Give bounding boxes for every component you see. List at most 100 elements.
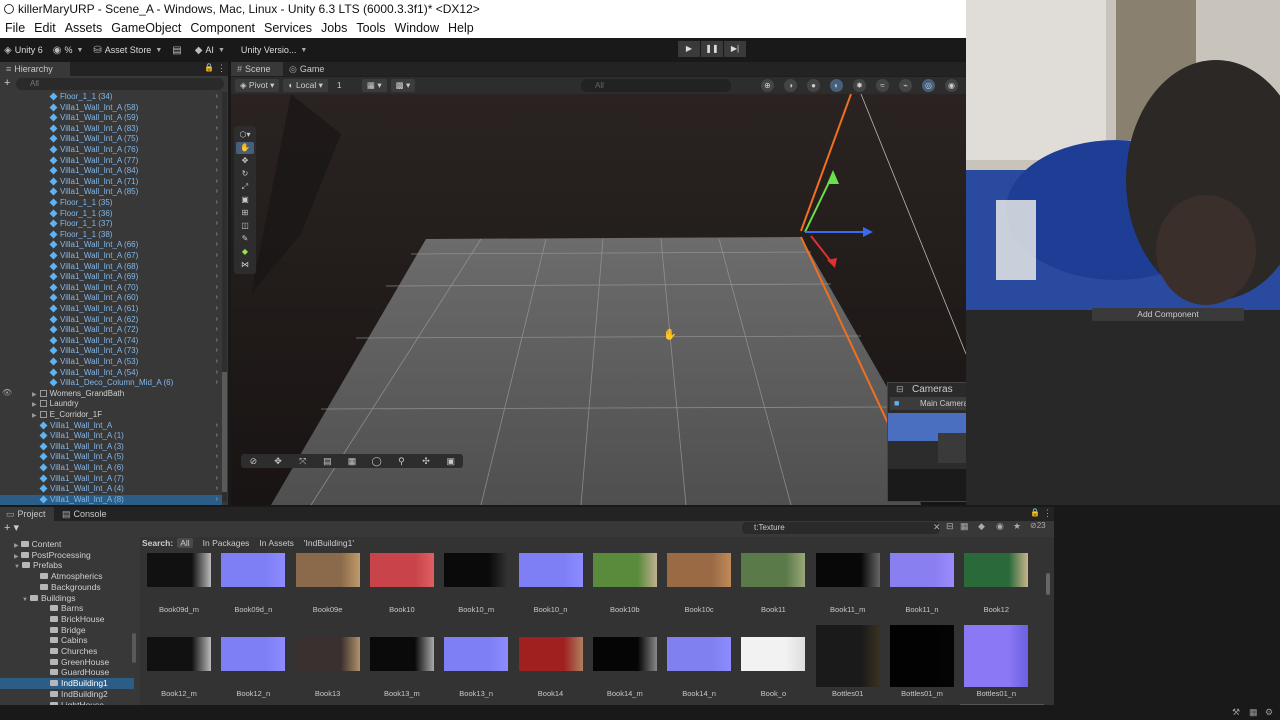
hierarchy-item[interactable]: ▶ E_Corridor_1F [0, 410, 222, 421]
hierarchy-item[interactable]: Villa1_Wall_Int_A (83) › [0, 124, 222, 135]
menu-services[interactable]: Services [264, 21, 312, 35]
folder-item[interactable]: GuardHouse [0, 667, 134, 678]
open-prefab-arrow-icon[interactable]: › [216, 378, 218, 389]
open-prefab-arrow-icon[interactable]: › [216, 452, 218, 463]
search-scope-folder[interactable]: 'IndBuilding1' [304, 538, 354, 548]
overlay-tool-2-icon[interactable]: ✥ [266, 456, 291, 467]
hierarchy-item[interactable]: Villa1_Wall_Int_A (70) › [0, 283, 222, 294]
hierarchy-item[interactable]: Floor_1_1 (38) › [0, 230, 222, 241]
menu-edit[interactable]: Edit [34, 21, 56, 35]
local-dropdown[interactable]: ◐ Local ▾ [283, 79, 328, 92]
overlay-tool-3-icon[interactable]: ⤧ [290, 456, 315, 467]
open-prefab-arrow-icon[interactable]: › [216, 442, 218, 453]
folder-item[interactable]: Cabins [0, 635, 134, 646]
play-button[interactable]: ▶ [678, 41, 700, 57]
asset-grid-scrollbar[interactable] [1046, 573, 1050, 595]
menu-gameobject[interactable]: GameObject [111, 21, 181, 35]
open-prefab-arrow-icon[interactable]: › [216, 315, 218, 326]
folder-item[interactable]: IndBuilding1 [0, 678, 134, 689]
hierarchy-scrollbar[interactable] [222, 92, 227, 502]
lighting-toggle-icon[interactable]: ✸ [853, 79, 866, 92]
hierarchy-item[interactable]: Villa1_Wall_Int_A › [0, 421, 222, 432]
open-prefab-arrow-icon[interactable]: › [216, 495, 218, 506]
folder-item[interactable]: Bridge [0, 625, 134, 636]
step-button[interactable]: ▶| [724, 41, 746, 57]
hierarchy-item[interactable]: Floor_1_1 (35) › [0, 198, 222, 209]
folder-item[interactable]: ▶ Content [0, 539, 134, 550]
texture-asset[interactable]: Book13 [293, 637, 363, 701]
texture-asset[interactable]: Book12_n [218, 637, 288, 701]
project-search-input[interactable]: t:Texture [742, 522, 940, 534]
hierarchy-item[interactable]: Villa1_Wall_Int_A (73) › [0, 346, 222, 357]
grid-snap-field[interactable]: 1 [332, 79, 358, 92]
hierarchy-item[interactable]: Villa1_Wall_Int_A (59) › [0, 113, 222, 124]
orientation-dropdown-icon[interactable]: ⬡▾ [236, 129, 254, 141]
hierarchy-item[interactable]: Villa1_Wall_Int_A (76) › [0, 145, 222, 156]
texture-asset[interactable]: Book09d_m [144, 553, 214, 617]
tool-extra-icon[interactable]: ⋈ [236, 259, 254, 271]
open-prefab-arrow-icon[interactable]: › [216, 293, 218, 304]
hierarchy-item[interactable]: ▶ Womens_GrandBath [0, 389, 222, 400]
texture-asset[interactable]: Book14 [516, 637, 586, 701]
move-tool-icon[interactable]: ✥ [236, 155, 254, 167]
open-prefab-arrow-icon[interactable]: › [216, 134, 218, 145]
tab-game[interactable]: ◎ Game [283, 62, 333, 76]
hierarchy-item[interactable]: Villa1_Deco_Column_Mid_A (6) › [0, 378, 222, 389]
hierarchy-item[interactable]: Villa1_Wall_Int_A (85) › [0, 187, 222, 198]
menu-help[interactable]: Help [448, 21, 474, 35]
open-prefab-arrow-icon[interactable]: › [216, 103, 218, 114]
open-prefab-arrow-icon[interactable]: › [216, 230, 218, 241]
hierarchy-item[interactable]: Villa1_Wall_Int_A (1) › [0, 431, 222, 442]
folder-item[interactable]: ▼ Buildings [0, 593, 134, 604]
transform-tool-icon[interactable]: ⊞ [236, 207, 254, 219]
open-prefab-arrow-icon[interactable]: › [216, 209, 218, 220]
hierarchy-item[interactable]: Villa1_Wall_Int_A (60) › [0, 293, 222, 304]
hierarchy-item[interactable]: Villa1_Wall_Int_A (67) › [0, 251, 222, 262]
expand-arrow-icon[interactable]: ▶ [32, 392, 37, 398]
pause-button[interactable]: ❚❚ [701, 41, 723, 57]
open-prefab-arrow-icon[interactable]: › [216, 283, 218, 294]
custom-tool-icon[interactable]: ◫ [236, 220, 254, 232]
audio-toggle-icon[interactable]: ≈ [876, 79, 889, 92]
scene-camera-icon[interactable]: ◉ [945, 79, 958, 92]
hierarchy-item[interactable]: Villa1_Wall_Int_A (3) › [0, 442, 222, 453]
texture-asset[interactable]: Book14_m [590, 637, 660, 701]
texture-asset[interactable]: Book14_n [664, 637, 734, 701]
texture-asset[interactable]: Book13_m [367, 637, 437, 701]
rotate-tool-icon[interactable]: ↻ [236, 168, 254, 180]
more-options-icon[interactable]: ⋮ [1043, 508, 1052, 519]
texture-asset[interactable]: Book09d_n [218, 553, 288, 617]
hierarchy-item[interactable]: Villa1_Wall_Int_A (53) › [0, 357, 222, 368]
menu-tools[interactable]: Tools [356, 21, 385, 35]
effects-toggle-icon[interactable]: ⌁ [899, 79, 912, 92]
grid-visibility-dropdown[interactable]: ▦ ▾ [361, 79, 387, 92]
texture-asset[interactable]: Book11 [738, 553, 808, 617]
texture-asset[interactable]: Book10c [664, 553, 734, 617]
add-component-button[interactable]: Add Component [1092, 308, 1244, 321]
scene-search-input[interactable]: All [581, 79, 731, 92]
open-prefab-arrow-icon[interactable]: › [216, 187, 218, 198]
hierarchy-item[interactable]: Villa1_Wall_Int_A (84) › [0, 166, 222, 177]
hierarchy-item[interactable]: Villa1_Wall_Int_A (74) › [0, 336, 222, 347]
tab-hierarchy[interactable]: ≡ Hierarchy [0, 62, 70, 76]
hierarchy-item[interactable]: Villa1_Wall_Int_A (77) › [0, 156, 222, 167]
unity-account-button[interactable]: ◈ Unity 6 [4, 45, 43, 56]
texture-asset[interactable]: Book10_n [516, 553, 586, 617]
hierarchy-item[interactable]: Villa1_Wall_Int_A (5) › [0, 452, 222, 463]
expand-arrow-icon[interactable]: ▶ [14, 543, 19, 549]
search-scope-in-packages[interactable]: In Packages [203, 538, 250, 548]
overlay-tool-8-icon[interactable]: ✣ [414, 456, 439, 467]
hierarchy-item[interactable]: Floor_1_1 (36) › [0, 209, 222, 220]
hierarchy-item[interactable]: Floor_1_1 (37) › [0, 219, 222, 230]
overlay-tool-6-icon[interactable]: ◯ [364, 456, 389, 467]
open-prefab-arrow-icon[interactable]: › [216, 484, 218, 495]
overlay-tool-4-icon[interactable]: ▤ [315, 456, 340, 467]
folder-item[interactable]: Atmospherics [0, 571, 134, 582]
open-prefab-arrow-icon[interactable]: › [216, 156, 218, 167]
open-prefab-arrow-icon[interactable]: › [216, 198, 218, 209]
collapse-arrow-icon[interactable]: ▼ [14, 564, 20, 570]
hierarchy-item[interactable]: Villa1_Wall_Int_A (7) › [0, 474, 222, 485]
gizmos-toggle-icon[interactable]: ◎ [922, 79, 935, 92]
scene-viewport[interactable]: ✋ [231, 94, 966, 505]
hierarchy-item[interactable]: Villa1_Wall_Int_A (71) › [0, 177, 222, 188]
